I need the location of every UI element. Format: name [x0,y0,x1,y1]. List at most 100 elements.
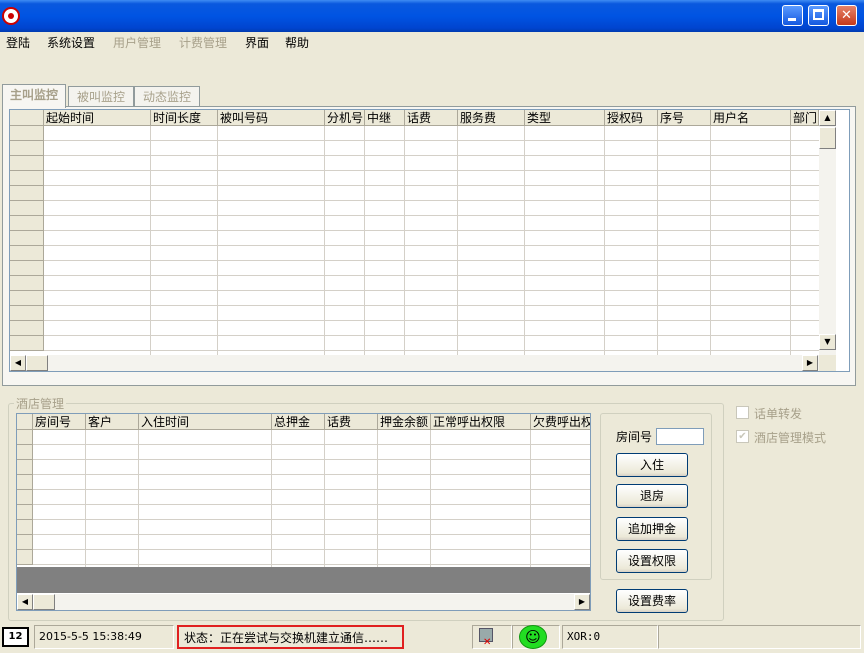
row-header[interactable] [10,306,44,321]
column-divider [377,430,378,567]
column-header[interactable]: 欠费呼出权 [531,414,590,430]
scroll-left-button[interactable]: ◀ [17,594,33,610]
scroll-left-button[interactable]: ◀ [10,355,26,371]
column-divider [524,126,525,355]
column-header[interactable]: 客户 [86,414,139,430]
column-header[interactable]: 时间长度 [151,110,218,126]
column-header[interactable]: 类型 [525,110,605,126]
tab-callee-monitor[interactable]: 被叫监控 [68,86,134,106]
column-header[interactable]: 房间号 [33,414,86,430]
room-number-label: 房间号 [616,430,653,444]
scroll-thumb[interactable] [819,127,836,149]
column-header[interactable]: 起始时间 [44,110,151,126]
column-header[interactable]: 中继 [365,110,405,126]
arrow-up-icon: ▲ [824,113,831,122]
row-header[interactable] [10,186,44,201]
hotel-table[interactable]: 房间号 客户 入住时间 总押金 话费 押金余额 正常呼出权限 欠费呼出权 ◀ ▶ [16,413,591,611]
column-header[interactable]: 入住时间 [139,414,272,430]
maximize-button[interactable] [808,5,829,26]
row-divider [44,275,819,276]
arrow-left-icon: ◀ [14,358,22,367]
room-number-input[interactable] [656,428,704,445]
status-xor: XOR:0 [562,625,658,649]
monitor-table[interactable]: 起始时间 时间长度 被叫号码 分机号 中继 话费 服务费 类型 授权码 序号 用… [9,109,850,372]
column-header[interactable]: 服务费 [458,110,525,126]
scroll-right-button[interactable]: ▶ [574,594,590,610]
scroll-up-button[interactable]: ▲ [819,110,836,126]
row-header[interactable] [10,261,44,276]
calendar-icon: 12 [2,627,29,647]
row-header[interactable] [10,291,44,306]
forward-bill-checkbox[interactable] [736,406,749,419]
column-header[interactable]: 话费 [405,110,458,126]
scroll-down-button[interactable]: ▼ [819,334,836,350]
row-divider [44,305,819,306]
column-header[interactable]: 授权码 [605,110,658,126]
row-header[interactable] [17,445,33,460]
column-divider [430,430,431,567]
row-header[interactable] [10,201,44,216]
row-divider [33,489,590,490]
column-header[interactable]: 总押金 [272,414,325,430]
menu-help[interactable]: 帮助 [285,34,309,51]
scroll-thumb[interactable] [26,355,48,371]
column-header[interactable]: 被叫号码 [218,110,325,126]
column-header[interactable]: 部门 [791,110,819,126]
checkout-button[interactable]: 退房 [616,484,688,508]
horizontal-scrollbar[interactable]: ◀ ▶ [17,594,590,610]
row-header[interactable] [10,321,44,336]
row-header[interactable] [17,475,33,490]
menu-user-management[interactable]: 用户管理 [113,34,161,51]
hotel-mode-checkbox[interactable]: ✔ [736,430,749,443]
table-corner [17,414,33,430]
row-header[interactable] [17,460,33,475]
tab-dynamic-monitor[interactable]: 动态监控 [134,86,200,106]
row-divider [44,140,819,141]
row-header[interactable] [10,231,44,246]
column-header[interactable]: 序号 [658,110,711,126]
column-divider [457,126,458,355]
add-deposit-button[interactable]: 追加押金 [616,517,688,541]
row-header[interactable] [17,430,33,445]
menu-system-settings[interactable]: 系统设置 [47,34,95,51]
row-header[interactable] [10,276,44,291]
column-header[interactable]: 分机号 [325,110,365,126]
row-divider [33,519,590,520]
menu-billing-management[interactable]: 计费管理 [179,34,227,51]
row-header[interactable] [17,490,33,505]
set-permission-button[interactable]: 设置权限 [616,549,688,573]
column-header[interactable]: 正常呼出权限 [431,414,531,430]
scroll-thumb[interactable] [33,594,55,610]
minimize-button[interactable] [782,5,803,26]
row-divider [33,459,590,460]
row-header[interactable] [10,171,44,186]
checkin-button[interactable]: 入住 [616,453,688,477]
close-button[interactable]: ✕ [836,5,857,26]
tab-caller-monitor[interactable]: 主叫监控 [2,84,66,108]
row-header[interactable] [10,216,44,231]
row-header[interactable] [17,520,33,535]
row-header[interactable] [10,156,44,171]
row-header[interactable] [17,535,33,550]
row-header[interactable] [10,141,44,156]
row-header[interactable] [10,246,44,261]
vertical-scrollbar[interactable]: ▲ ▼ [819,110,836,355]
column-header[interactable]: 话费 [325,414,378,430]
column-header[interactable]: 用户名 [711,110,791,126]
menu-interface[interactable]: 界面 [245,34,269,51]
row-header[interactable] [10,126,44,141]
column-divider [324,430,325,567]
row-divider [33,534,590,535]
horizontal-scrollbar[interactable]: ◀ ▶ [10,355,819,371]
column-header[interactable]: 押金余额 [378,414,431,430]
row-header[interactable] [17,550,33,565]
set-rate-button[interactable]: 设置费率 [616,589,688,613]
row-header[interactable] [10,336,44,351]
app-logo-icon[interactable] [2,7,20,25]
scroll-right-button[interactable]: ▶ [802,355,818,371]
row-header[interactable] [17,505,33,520]
maximize-icon [813,9,824,20]
status-extra-pane [658,625,861,649]
status-face-pane: ☺ [512,625,560,649]
menu-login[interactable]: 登陆 [6,34,30,51]
